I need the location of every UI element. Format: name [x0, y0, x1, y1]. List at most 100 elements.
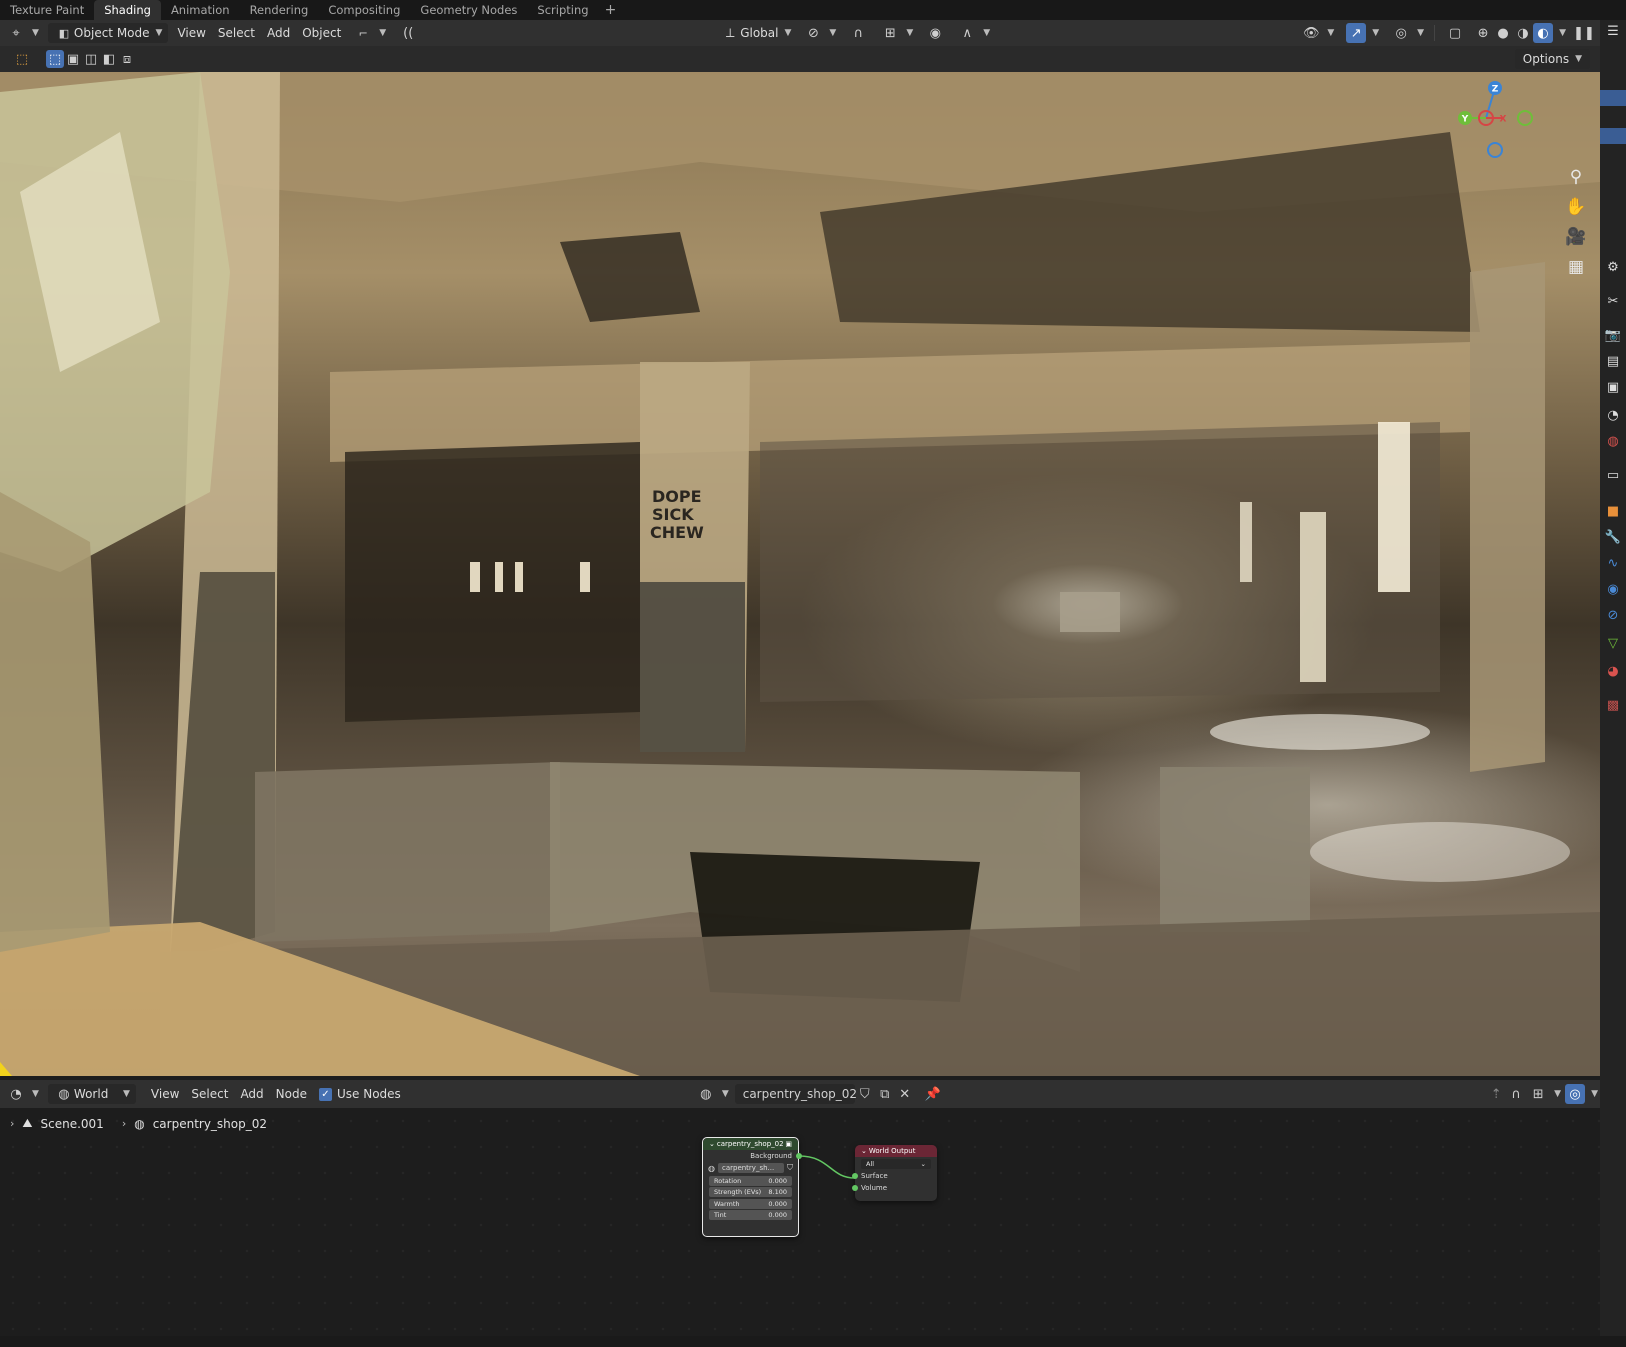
chevron-down-icon[interactable]: ▼	[1559, 28, 1566, 38]
scene-icon[interactable]: ◔	[1604, 406, 1622, 424]
snap-source-button[interactable]: ⌐ ▼	[347, 23, 392, 43]
view-layer-icon[interactable]: ▣	[1604, 378, 1622, 396]
surface-input-socket[interactable]	[852, 1173, 858, 1179]
material-icon[interactable]: ◕	[1604, 662, 1622, 680]
node-header[interactable]: ⌄ carpentry_shop_02 ▣	[703, 1138, 798, 1150]
editor-type-button[interactable]: ⌖ ▼	[0, 23, 45, 43]
gizmo-toggle[interactable]: ↗ ▼	[1340, 23, 1385, 43]
strength-field[interactable]: Strength (EVs) 8.100	[709, 1187, 792, 1197]
particles-icon[interactable]: ∿	[1604, 554, 1622, 572]
background-output-socket[interactable]	[796, 1153, 802, 1159]
pause-render-button[interactable]: ❚❚	[1568, 23, 1600, 43]
select-invert-icon[interactable]: ◧	[100, 50, 118, 68]
tab-rendering[interactable]: Rendering	[240, 0, 319, 20]
tab-texture-paint[interactable]: Texture Paint	[0, 0, 94, 20]
render-icon[interactable]: 📷	[1604, 326, 1622, 344]
snap-target-dropdown[interactable]: ⊞ ▼	[874, 23, 919, 43]
proportional-falloff-dropdown[interactable]: ∧ ▼	[951, 23, 996, 43]
duplicate-icon[interactable]: ⧉	[875, 1084, 895, 1104]
properties-editor-icon[interactable]: ⚙	[1604, 258, 1622, 276]
node-menu-view[interactable]: View	[145, 1084, 185, 1104]
collection-icon[interactable]: ▭	[1604, 466, 1622, 484]
neg-y-axis-handle[interactable]	[1517, 110, 1533, 126]
chevron-down-icon: ▼	[784, 28, 792, 38]
tab-animation[interactable]: Animation	[161, 0, 240, 20]
physics-icon[interactable]: ◉	[1604, 580, 1622, 598]
zoom-icon[interactable]: ⚲	[1563, 164, 1589, 190]
rendered-shading-icon[interactable]: ◐	[1533, 23, 1554, 43]
solid-shading-icon[interactable]: ●	[1493, 23, 1513, 43]
pivot-point-dropdown[interactable]: ⊘ ▼	[797, 23, 842, 43]
unlink-x-icon[interactable]: ✕	[895, 1084, 915, 1104]
modifier-wrench-icon[interactable]: 🔧	[1604, 528, 1622, 546]
node-editor-canvas[interactable]: › ⛰ Scene.001 › ◍ carpentry_shop_02 ⌄ ca…	[0, 1108, 1600, 1336]
output-icon[interactable]: ▤	[1604, 352, 1622, 370]
rotation-field[interactable]: Rotation 0.000	[709, 1175, 792, 1186]
proportional-edit-toggle[interactable]: ◉	[919, 23, 951, 43]
constraints-icon[interactable]: ⊘	[1604, 606, 1622, 624]
select-extend-icon[interactable]: ▣	[64, 50, 82, 68]
tool-icon[interactable]: ✂	[1604, 292, 1622, 310]
3d-viewport[interactable]: DOPE SICK CHEW Z Y X ⚲ ✋ 🎥 ▦	[0, 72, 1600, 1076]
parent-node-tree-icon[interactable]: ⇡	[1486, 1084, 1506, 1104]
select-new-icon[interactable]: ⬚	[46, 50, 64, 68]
node-menu-select[interactable]: Select	[185, 1084, 234, 1104]
xray-toggle[interactable]: ▢	[1439, 23, 1471, 43]
proportional-falloff-button[interactable]: ((	[392, 23, 424, 43]
world-icon[interactable]: ◍	[1604, 432, 1622, 450]
world-output-node[interactable]: ⌄ World Output All ⌄ Surface Volume	[852, 1145, 937, 1201]
object-icon[interactable]: ■	[1604, 502, 1622, 520]
axis-gizmo[interactable]: Z Y X	[1455, 78, 1545, 168]
grid-perspective-icon[interactable]: ▦	[1563, 254, 1589, 280]
neg-z-axis-handle[interactable]	[1487, 142, 1503, 158]
overlay-toggle[interactable]: ◎ ▼	[1385, 23, 1430, 43]
tint-field[interactable]: Tint 0.000	[709, 1210, 792, 1220]
image-name-field[interactable]: carpentry_sh...	[717, 1163, 784, 1173]
snap-toggle[interactable]: ∩	[842, 23, 874, 43]
snap-magnet-icon[interactable]: ∩	[1506, 1084, 1526, 1104]
data-icon[interactable]: ▽	[1604, 634, 1622, 652]
node-menu-add[interactable]: Add	[234, 1084, 269, 1104]
select-subtract-icon[interactable]: ◫	[82, 50, 100, 68]
chevron-down-icon: ▼	[379, 28, 387, 38]
node-overlay-toggle[interactable]: ◎ ▼	[1563, 1084, 1600, 1104]
world-name-field[interactable]: carpentry_shop_02	[734, 1084, 857, 1104]
menu-add[interactable]: Add	[261, 23, 296, 43]
transform-orientation-dropdown[interactable]: ⟂ Global ▼	[714, 23, 797, 43]
shield-icon[interactable]: ⛉	[787, 1163, 793, 1173]
menu-select[interactable]: Select	[212, 23, 261, 43]
environment-group-node[interactable]: ⌄ carpentry_shop_02 ▣ Background ◍ carpe…	[702, 1137, 802, 1237]
fake-user-shield-icon[interactable]: ⛉	[855, 1084, 875, 1104]
target-dropdown[interactable]: All ⌄	[861, 1158, 931, 1169]
hand-pan-icon[interactable]: ✋	[1563, 194, 1589, 220]
camera-icon[interactable]: 🎥	[1563, 224, 1589, 250]
options-dropdown[interactable]: Options ▼	[1514, 49, 1590, 69]
texture-icon[interactable]: ▩	[1604, 696, 1622, 714]
pin-icon[interactable]: 📌	[923, 1084, 943, 1104]
select-intersect-icon[interactable]: ⧈	[118, 50, 136, 68]
wireframe-shading-icon[interactable]: ⊕	[1473, 23, 1493, 43]
node-snap-dropdown[interactable]: ⊞ ▼	[1526, 1084, 1563, 1104]
visibility-dropdown[interactable]: 👁 ▼	[1295, 23, 1340, 43]
menu-object[interactable]: Object	[296, 23, 347, 43]
node-editor-type-button[interactable]: ◔ ▼	[0, 1084, 45, 1104]
node-menu-node[interactable]: Node	[270, 1084, 313, 1104]
warmth-field[interactable]: Warmth 0.000	[709, 1198, 792, 1209]
add-workspace-button[interactable]: +	[599, 0, 623, 20]
material-preview-icon[interactable]: ◑	[1513, 23, 1533, 43]
select-tool-icon[interactable]: ⬚	[12, 49, 32, 69]
image-browse-icon[interactable]: ◍	[708, 1164, 715, 1173]
outliner-icon[interactable]: ☰	[1604, 22, 1622, 40]
world-browse-button[interactable]: ◍ ▼	[690, 1084, 735, 1104]
object-mode-dropdown[interactable]: ◧ Object Mode ▼	[47, 23, 169, 43]
tab-compositing[interactable]: Compositing	[318, 0, 410, 20]
volume-input-socket[interactable]	[852, 1185, 858, 1191]
menu-view[interactable]: View	[171, 23, 211, 43]
tab-shading[interactable]: Shading	[94, 0, 161, 20]
tab-geometry-nodes[interactable]: Geometry Nodes	[410, 0, 527, 20]
use-nodes-toggle[interactable]: ✓ Use Nodes	[313, 1084, 407, 1104]
node-header[interactable]: ⌄ World Output	[855, 1145, 937, 1157]
shader-type-dropdown[interactable]: ◍ World ▼	[47, 1084, 136, 1104]
tab-scripting[interactable]: Scripting	[527, 0, 598, 20]
node-group-icon[interactable]: ▣	[785, 1140, 792, 1148]
